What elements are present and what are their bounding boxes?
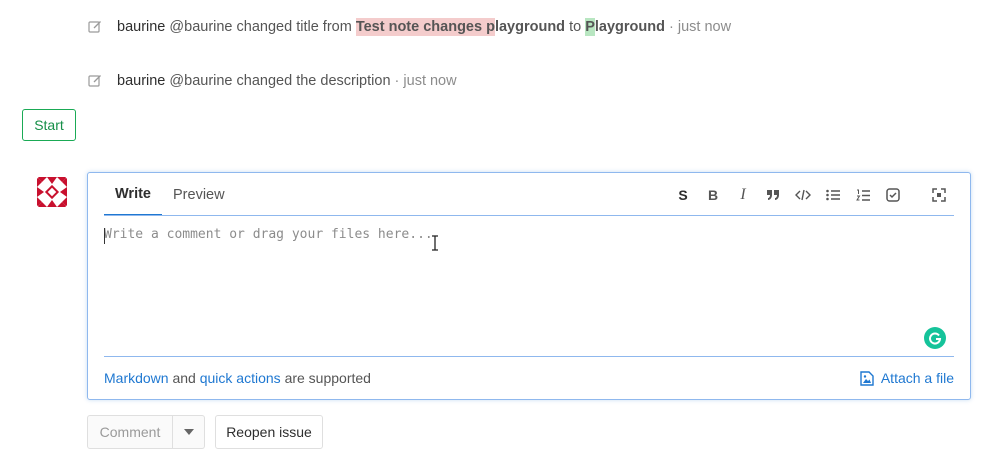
old-title-rest: layground	[494, 19, 566, 35]
note-timestamp[interactable]: · just now	[395, 73, 457, 89]
note-timestamp[interactable]: · just now	[669, 19, 731, 35]
note-author-handle[interactable]: @baurine	[169, 73, 232, 89]
new-title-rest: layground	[594, 19, 665, 35]
quote-icon[interactable]	[758, 183, 788, 207]
footer-supported-text: are supported	[284, 370, 371, 386]
comment-textarea[interactable]	[104, 223, 954, 353]
note-action: changed the description	[236, 73, 391, 89]
tab-preview[interactable]: Preview	[162, 173, 236, 216]
avatar[interactable]	[32, 172, 72, 212]
code-icon[interactable]	[788, 183, 818, 207]
text-caret	[104, 228, 105, 244]
numbered-list-icon[interactable]	[848, 183, 878, 207]
pencil-square-icon	[88, 75, 101, 87]
start-button[interactable]: Start	[22, 109, 76, 141]
bullet-list-icon[interactable]	[818, 183, 848, 207]
tab-write[interactable]: Write	[104, 173, 162, 216]
markdown-toolbar: S B I	[668, 183, 954, 207]
editor-footer: Markdown and quick actions are supported…	[104, 367, 954, 389]
task-list-icon[interactable]	[878, 183, 908, 207]
comment-actions: Comment Reopen issue	[87, 415, 323, 449]
quick-actions-link[interactable]: quick actions	[200, 370, 281, 386]
comment-editor: Write Preview S B I Write a comment or d…	[87, 172, 971, 400]
bold-label: B	[707, 187, 719, 203]
reopen-issue-button[interactable]: Reopen issue	[215, 415, 323, 449]
caret-down-icon	[183, 429, 194, 435]
identicon-avatar-icon	[32, 172, 72, 212]
note-author-handle[interactable]: @baurine	[169, 19, 232, 35]
note-author[interactable]: baurine	[117, 19, 165, 35]
comment-type-dropdown[interactable]	[173, 415, 205, 449]
editor-tabs: Write Preview	[104, 173, 236, 216]
strikethrough-label: S	[678, 187, 688, 203]
bold-icon[interactable]: B	[698, 183, 728, 207]
system-note-title-change: baurine @baurine changed title from Test…	[88, 16, 731, 38]
grammarly-icon[interactable]	[924, 327, 946, 349]
pencil-square-icon	[88, 21, 101, 33]
image-icon	[860, 370, 874, 386]
fullscreen-icon[interactable]	[924, 183, 954, 207]
editor-footer-divider	[104, 356, 954, 357]
note-action: changed title from	[236, 19, 352, 35]
old-title-deleted: Test note changes p	[355, 18, 495, 36]
attach-file-button[interactable]: Attach a file	[860, 370, 954, 386]
ibeam-cursor-icon	[432, 235, 438, 251]
markdown-link[interactable]: Markdown	[104, 370, 169, 386]
note-author[interactable]: baurine	[117, 73, 165, 89]
attach-file-label: Attach a file	[880, 370, 954, 386]
italic-icon[interactable]: I	[728, 183, 758, 207]
italic-label: I	[740, 186, 746, 203]
note-connector: to	[569, 19, 582, 35]
footer-and-text: and	[172, 370, 196, 386]
new-title-inserted: P	[585, 18, 595, 36]
comment-button[interactable]: Comment	[87, 415, 173, 449]
system-note-description-change: baurine @baurine changed the description…	[88, 70, 457, 92]
strikethrough-icon[interactable]: S	[668, 183, 698, 207]
editor-header-divider	[104, 215, 954, 216]
